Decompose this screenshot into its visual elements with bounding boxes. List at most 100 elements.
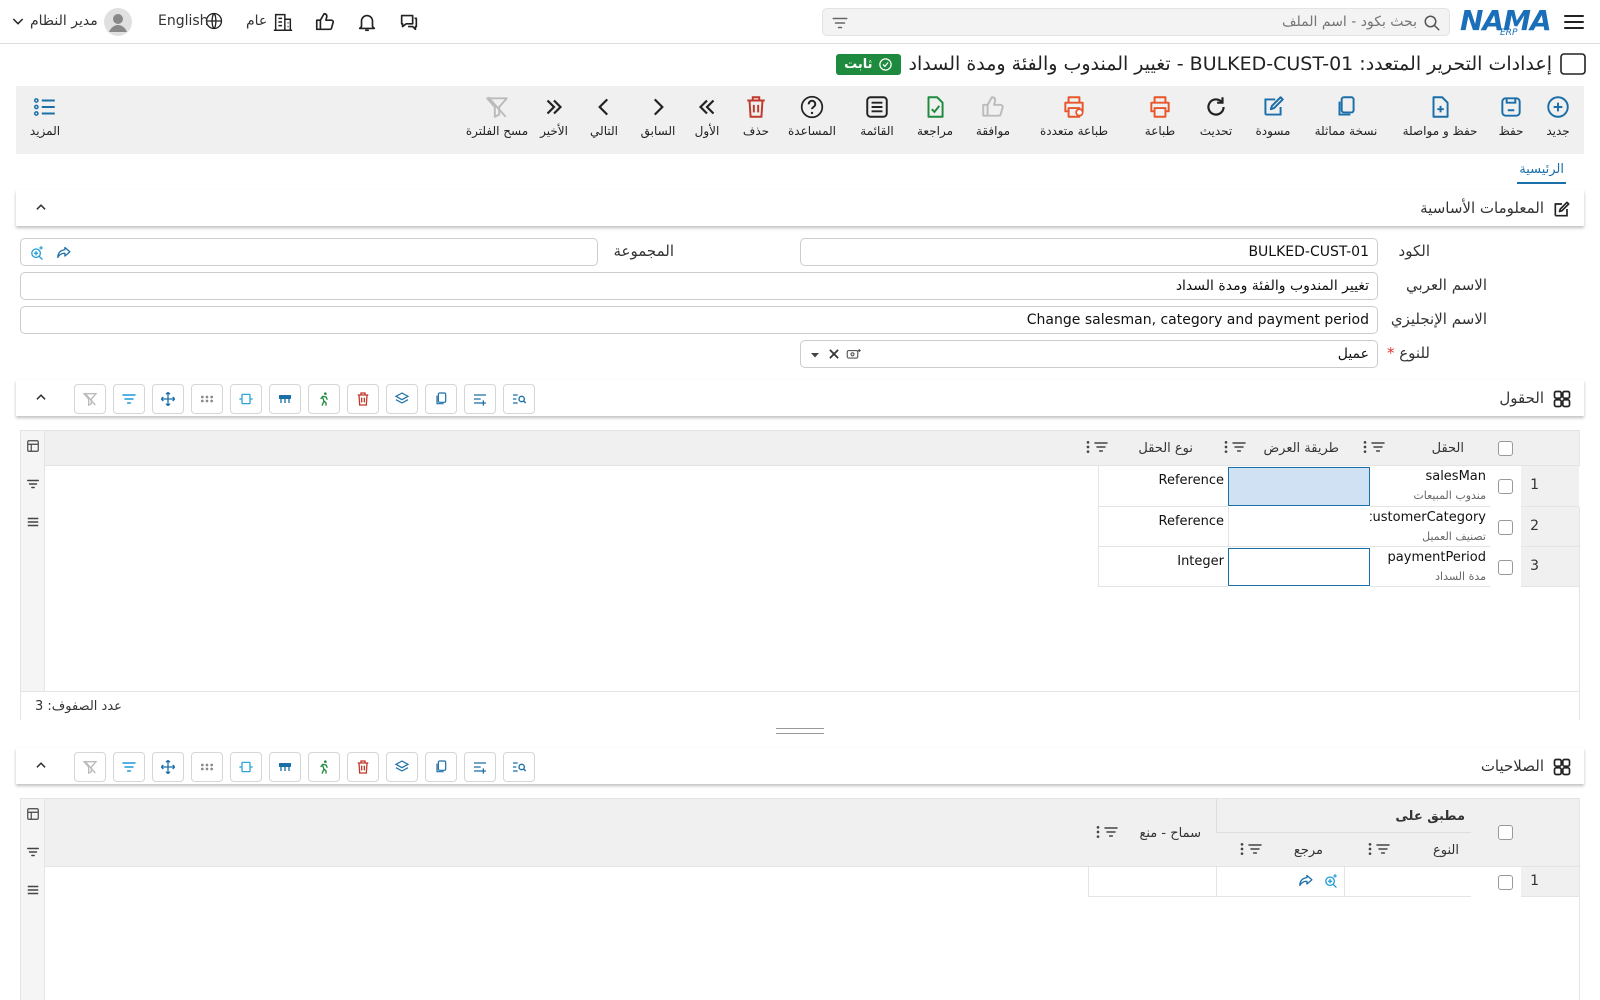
dots-grid-tool[interactable] — [191, 384, 223, 414]
select-all-checkbox[interactable] — [1498, 441, 1513, 456]
share-arrow-icon[interactable] — [55, 244, 72, 261]
filter-icon[interactable] — [26, 845, 40, 859]
permissions-section-header[interactable]: الصلاحيات — [16, 748, 1584, 784]
arabic-name-field[interactable]: تغيير المندوب والفئة ومدة السداد — [20, 272, 1378, 300]
reference-cell[interactable] — [1216, 867, 1344, 897]
display-method-cell[interactable] — [1228, 507, 1370, 547]
table-settings-icon[interactable] — [26, 807, 40, 821]
column-filter-icon[interactable] — [1093, 439, 1109, 455]
add-row-tool[interactable] — [464, 384, 496, 414]
clear-icon[interactable] — [827, 347, 841, 361]
field-cell[interactable]: salesMan مندوب المبيعات — [1370, 466, 1490, 507]
column-header-display-method[interactable]: طريقة العرض — [1263, 441, 1339, 456]
field-type-cell[interactable]: Reference — [1098, 466, 1228, 507]
table-row-tool[interactable] — [269, 752, 301, 782]
row-checkbox[interactable] — [1498, 560, 1513, 575]
type-cell[interactable] — [1344, 867, 1471, 897]
field-type-cell[interactable]: Reference — [1098, 507, 1228, 547]
column-menu-icon[interactable] — [1362, 439, 1368, 455]
delete-tool[interactable] — [347, 752, 379, 782]
column-menu-icon[interactable] — [1223, 439, 1229, 455]
resize-handle[interactable] — [776, 728, 824, 734]
row-checkbox[interactable] — [1498, 520, 1513, 535]
menu-icon[interactable] — [1562, 10, 1586, 34]
fields-section-header[interactable]: الحقول — [16, 380, 1584, 416]
column-menu-icon[interactable] — [1085, 439, 1091, 455]
table-row[interactable]: 1 — [1521, 466, 1588, 507]
column-header-allow-deny[interactable]: سماح - منع — [1139, 826, 1201, 841]
table-row[interactable]: 2 — [1521, 507, 1579, 547]
search-box[interactable] — [822, 8, 1450, 36]
column-menu-icon[interactable] — [1095, 824, 1101, 840]
display-method-cell[interactable] — [1228, 467, 1370, 506]
english-name-field[interactable]: Change salesman, category and payment pe… — [20, 306, 1378, 334]
layers-tool[interactable] — [386, 384, 418, 414]
fit-width-tool[interactable] — [230, 384, 262, 414]
layers-tool[interactable] — [386, 752, 418, 782]
table-row-tool[interactable] — [269, 384, 301, 414]
allow-deny-cell[interactable] — [1088, 867, 1216, 897]
basic-info-header[interactable]: المعلومات الأساسية — [16, 190, 1584, 226]
save-button[interactable]: حفظ — [1471, 94, 1551, 138]
add-row-tool[interactable] — [464, 752, 496, 782]
filter-tool[interactable] — [113, 752, 145, 782]
field-type-cell[interactable]: Integer — [1098, 547, 1228, 587]
chevron-up-icon[interactable] — [34, 758, 48, 772]
multi-print-button[interactable]: طباعة متعددة — [1034, 94, 1114, 138]
column-header-type[interactable]: النوع — [1433, 843, 1459, 858]
delete-tool[interactable] — [347, 384, 379, 414]
branch-label[interactable]: عام — [246, 13, 267, 29]
column-header-field[interactable]: الحقل — [1432, 441, 1464, 456]
menu-lines-icon[interactable] — [26, 515, 40, 529]
table-row[interactable]: 3 — [1521, 547, 1579, 587]
filter-tool[interactable] — [113, 384, 145, 414]
column-menu-icon[interactable] — [1367, 841, 1373, 857]
duplicate-button[interactable]: نسخة مماثلة — [1306, 94, 1386, 138]
logo[interactable]: NAMA ERP — [1460, 4, 1552, 40]
code-field[interactable]: BULKED-CUST-01 — [800, 238, 1378, 266]
building-icon[interactable] — [272, 11, 294, 33]
search-list-tool[interactable] — [503, 752, 535, 782]
chevron-up-icon[interactable] — [34, 200, 48, 214]
clear-filter-tool[interactable] — [74, 384, 106, 414]
table-row[interactable]: 1 — [1521, 867, 1579, 897]
search-list-tool[interactable] — [503, 384, 535, 414]
clear-filter-tool[interactable] — [74, 752, 106, 782]
move-tool[interactable] — [152, 752, 184, 782]
fit-width-tool[interactable] — [230, 752, 262, 782]
window-icon[interactable] — [1560, 52, 1586, 76]
tab-main[interactable]: الرئيسية — [1517, 158, 1566, 184]
column-header-field-type[interactable]: نوع الحقل — [1138, 441, 1193, 456]
copy-tool[interactable] — [425, 384, 457, 414]
table-settings-icon[interactable] — [26, 439, 40, 453]
group-field[interactable] — [20, 238, 598, 266]
search-plus-icon[interactable] — [1323, 872, 1340, 889]
column-menu-icon[interactable] — [1239, 841, 1245, 857]
caret-down-icon[interactable] — [809, 349, 821, 361]
column-filter-icon[interactable] — [1370, 439, 1386, 455]
run-tool[interactable] — [308, 384, 340, 414]
display-method-cell[interactable] — [1228, 548, 1370, 586]
menu-lines-icon[interactable] — [26, 883, 40, 897]
field-cell[interactable]: customerCategory تصنيف العميل — [1370, 507, 1490, 547]
filter-icon[interactable] — [831, 14, 849, 32]
column-filter-icon[interactable] — [1103, 824, 1119, 840]
avatar[interactable] — [104, 8, 132, 36]
chat-icon[interactable] — [398, 11, 420, 33]
row-checkbox[interactable] — [1498, 479, 1513, 494]
row-checkbox[interactable] — [1498, 875, 1513, 890]
chevron-down-icon[interactable] — [10, 13, 26, 29]
search-input[interactable] — [897, 12, 1417, 32]
bell-icon[interactable] — [356, 11, 378, 33]
settings-icon[interactable] — [845, 346, 863, 364]
more-button[interactable]: المزيد — [5, 94, 85, 138]
column-filter-icon[interactable] — [1231, 439, 1247, 455]
language-switch[interactable]: English — [158, 13, 209, 29]
share-arrow-icon[interactable] — [1297, 872, 1314, 889]
user-name[interactable]: مدير النظام — [30, 13, 98, 29]
thumbs-up-icon[interactable] — [314, 11, 336, 33]
save-continue-button[interactable]: حفظ و مواصلة — [1400, 94, 1480, 138]
print-button[interactable]: طباعة — [1120, 94, 1200, 138]
field-cell[interactable]: paymentPeriod مدة السداد — [1370, 547, 1490, 587]
filter-icon[interactable] — [26, 477, 40, 491]
